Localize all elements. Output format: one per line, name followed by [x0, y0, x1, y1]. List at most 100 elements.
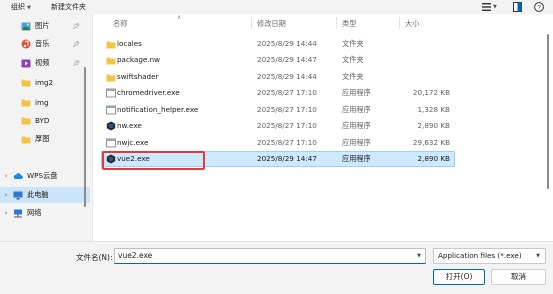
sidebar-scrollbar[interactable]: [84, 22, 88, 217]
file-list-scrollbar-thumb[interactable]: [547, 34, 549, 189]
pin-icon: 📌︎: [72, 22, 80, 30]
file-size: 2,890 KB: [417, 121, 450, 130]
file-modified: 2025/8/29 14:44: [257, 72, 317, 81]
view-options-button[interactable]: ▼: [482, 1, 497, 12]
filename-input[interactable]: vue2.exe: [114, 248, 426, 264]
file-type: 文件夹: [342, 72, 364, 81]
filename-label: 文件名(N):: [76, 253, 113, 262]
file-type: 应用程序: [342, 105, 371, 114]
file-type: 应用程序: [342, 138, 371, 147]
column-type[interactable]: 类型: [342, 19, 356, 29]
folder-icon: [106, 55, 116, 65]
chevron-down-icon: ▼: [27, 5, 31, 11]
organize-label: 组织: [11, 3, 25, 11]
sort-ascending-icon: ∧: [177, 14, 182, 21]
column-divider[interactable]: [251, 17, 252, 29]
file-size: 1,328 KB: [417, 105, 450, 114]
column-size[interactable]: 大小: [405, 19, 419, 29]
sidebar-item-label: 音乐: [35, 39, 50, 48]
help-button[interactable]: ?: [534, 1, 544, 12]
column-divider[interactable]: [399, 17, 400, 29]
sidebar-item-videos[interactable]: 视频 📌︎: [0, 55, 90, 71]
sidebar-item-pictures[interactable]: 图片 📌︎: [0, 18, 90, 34]
sidebar-item-label: 此电脑: [27, 190, 49, 199]
navigation-pane: 图片 📌︎ 音乐 📌︎ 视频 📌︎ img2 img BYD 厚图 › WPS云…: [0, 14, 92, 241]
file-list-scrollbar[interactable]: [547, 34, 551, 234]
column-header: ∧ 名称 修改日期 类型 大小: [93, 14, 553, 31]
sidebar-item-label: WPS云盘: [27, 171, 58, 180]
column-name[interactable]: 名称: [113, 19, 127, 29]
exe-icon: [106, 105, 116, 115]
column-divider[interactable]: [336, 17, 337, 29]
file-size: 2,890 KB: [417, 154, 450, 163]
file-type: 文件夹: [342, 55, 364, 64]
file-type-select[interactable]: Application files (*.exe) ▼: [433, 248, 546, 264]
folder-icon: [21, 116, 31, 125]
sidebar-item-label: 网络: [27, 208, 42, 217]
file-name: nw.exe: [117, 121, 142, 130]
music-icon: [21, 39, 31, 49]
file-name: nwjc.exe: [117, 138, 149, 147]
sidebar-item-network[interactable]: › 网络: [0, 205, 90, 221]
file-name: package.nw: [117, 55, 161, 64]
sidebar-item-img2[interactable]: img2: [0, 74, 90, 90]
folder-icon: [21, 98, 31, 107]
chevron-right-icon[interactable]: ›: [1, 209, 11, 217]
sidebar-item-label: img2: [35, 77, 54, 87]
preview-pane-button[interactable]: [513, 1, 522, 12]
file-modified: 2025/8/29 14:47: [257, 55, 317, 64]
list-item[interactable]: nwjc.exe 2025/8/27 17:10 应用程序 29,632 KB: [101, 135, 455, 151]
sidebar-item-img[interactable]: img: [0, 94, 90, 110]
sidebar-item-houtu[interactable]: 厚图: [0, 131, 90, 147]
sidebar-item-label: img: [35, 97, 49, 107]
file-type: 应用程序: [342, 121, 371, 130]
exe-icon: [106, 138, 116, 148]
pin-icon: 📌︎: [72, 40, 80, 48]
file-modified: 2025/8/29 14:47: [257, 154, 317, 163]
chevron-down-icon[interactable]: ▼: [417, 253, 421, 259]
file-type: 文件夹: [342, 39, 364, 48]
file-modified: 2025/8/27 17:10: [257, 88, 317, 97]
cancel-button[interactable]: 取消: [491, 269, 546, 285]
file-name: swiftshader: [117, 72, 159, 81]
exe-icon: [106, 88, 116, 98]
sidebar-scrollbar-thumb[interactable]: [84, 67, 86, 207]
file-type-value: Application files (*.exe): [438, 251, 522, 260]
list-item[interactable]: swiftshader 2025/8/29 14:44 文件夹: [101, 69, 455, 85]
nw-app-icon: [106, 121, 116, 131]
column-modified[interactable]: 修改日期: [257, 19, 286, 29]
list-item[interactable]: notification_helper.exe 2025/8/27 17:10 …: [101, 102, 455, 118]
folder-icon: [106, 72, 116, 82]
file-list: ∧ 名称 修改日期 类型 大小 locales 2025/8/29 14:44 …: [92, 14, 553, 241]
file-size: 20,172 KB: [412, 88, 450, 97]
cloud-icon: [13, 172, 23, 181]
sidebar-item-label: 视频: [35, 58, 50, 67]
computer-icon: [13, 191, 23, 200]
file-modified: 2025/8/27 17:10: [257, 105, 317, 114]
list-item[interactable]: nw.exe 2025/8/27 17:10 应用程序 2,890 KB: [101, 118, 455, 134]
file-name: notification_helper.exe: [117, 105, 199, 114]
list-item[interactable]: chromedriver.exe 2025/8/27 17:10 应用程序 20…: [101, 85, 455, 101]
sidebar-item-wps-cloud[interactable]: › WPS云盘: [0, 168, 90, 184]
file-type: 应用程序: [342, 88, 371, 97]
help-icon: ?: [534, 1, 544, 12]
folder-icon: [21, 135, 31, 144]
videos-icon: [21, 59, 31, 68]
chevron-right-icon[interactable]: ›: [1, 191, 11, 199]
open-button[interactable]: 打开(O): [433, 269, 485, 285]
file-type: 应用程序: [342, 154, 371, 163]
pin-icon: 📌︎: [72, 59, 80, 67]
sidebar-item-this-pc[interactable]: › 此电脑: [0, 187, 90, 203]
list-item[interactable]: locales 2025/8/29 14:44 文件夹: [101, 36, 455, 52]
sidebar-item-music[interactable]: 音乐 📌︎: [0, 36, 90, 52]
file-size: 29,632 KB: [412, 138, 450, 147]
chevron-right-icon[interactable]: ›: [1, 172, 11, 180]
view-options-icon: [482, 2, 491, 11]
file-name: locales: [117, 39, 142, 48]
sidebar-item-byd[interactable]: BYD: [0, 112, 90, 128]
folder-icon: [21, 78, 31, 87]
organize-button[interactable]: 组织 ▼: [11, 2, 31, 12]
list-item[interactable]: package.nw 2025/8/29 14:47 文件夹: [101, 52, 455, 68]
new-folder-button[interactable]: 新建文件夹: [51, 2, 86, 12]
file-name: chromedriver.exe: [117, 88, 180, 97]
